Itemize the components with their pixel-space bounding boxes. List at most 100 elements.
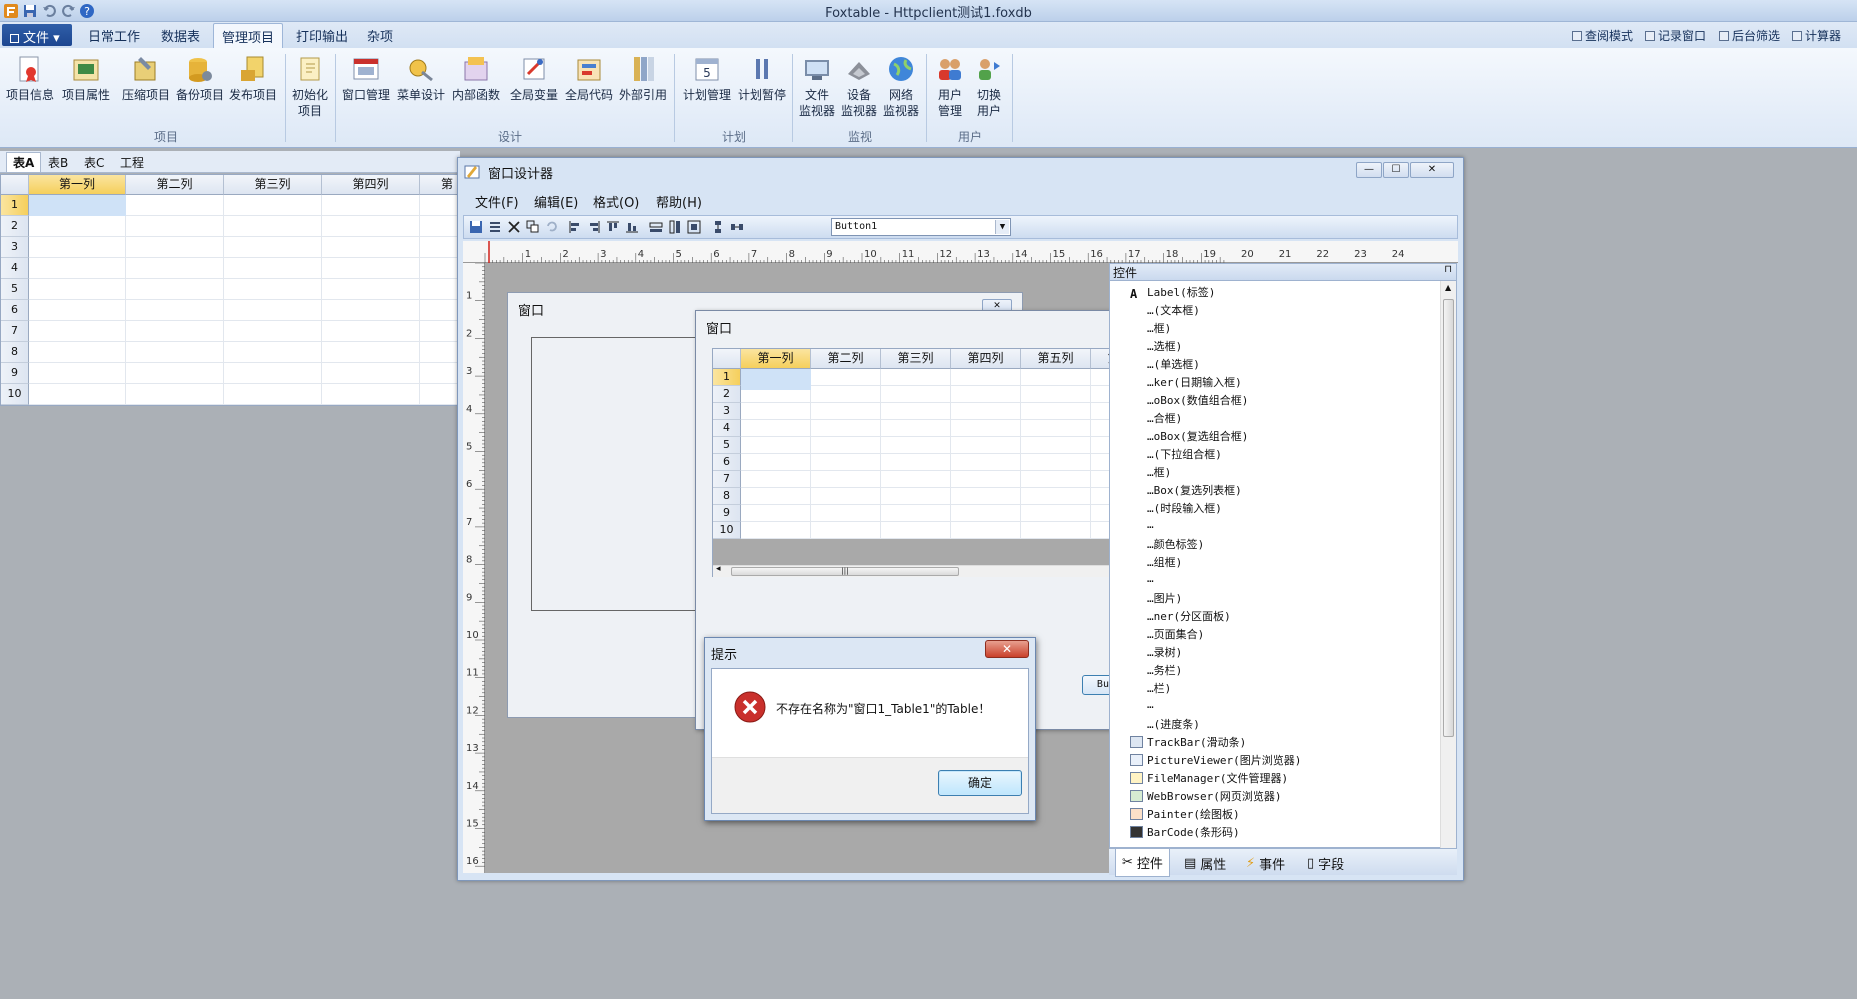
backup-project-button[interactable]: 备份项目 [174, 54, 226, 103]
control-item[interactable]: …框) [1130, 464, 1171, 480]
control-item[interactable]: … [1130, 698, 1154, 711]
selected-cell[interactable] [741, 369, 811, 390]
column-header[interactable]: 第 [420, 175, 458, 195]
sheet-tab-project[interactable]: 工程 [120, 154, 144, 171]
scroll-up-icon[interactable]: ▲ [1445, 283, 1451, 292]
control-item[interactable]: …(文本框) [1130, 302, 1200, 318]
column-header[interactable]: 第三列 [881, 349, 951, 369]
control-item[interactable]: …oBox(复选组合框) [1130, 428, 1248, 444]
column-header[interactable]: 第一列 [741, 349, 811, 369]
schedule-pause-button[interactable]: 计划暂停 [736, 54, 788, 103]
controls-scroll-thumb[interactable] [1443, 299, 1454, 737]
file-monitor-button[interactable]: 文件 监视器 [797, 54, 837, 119]
menu-format[interactable]: 格式(O) [593, 192, 639, 211]
row-header[interactable]: 10 [1, 384, 29, 405]
panel-tab-properties[interactable]: ▤ 属性 [1184, 854, 1226, 873]
control-item[interactable]: …务栏) [1130, 662, 1182, 678]
tab-order-icon[interactable] [488, 220, 502, 234]
calculator-button[interactable]: 计算器 [1792, 27, 1841, 44]
control-item[interactable]: Painter(绘图板) [1130, 806, 1240, 822]
global-variables-button[interactable]: 全局变量 [508, 54, 560, 103]
tab-manage-project[interactable]: 管理项目 [213, 23, 284, 49]
panel-tab-fields[interactable]: ▯ 字段 [1307, 854, 1344, 873]
grid-corner[interactable] [713, 349, 741, 369]
alert-close-button[interactable]: ✕ [985, 640, 1029, 658]
global-code-button[interactable]: 全局代码 [563, 54, 615, 103]
save-icon[interactable] [469, 220, 483, 234]
control-item[interactable]: …(下拉组合框) [1130, 446, 1222, 462]
user-management-button[interactable]: 用户 管理 [930, 54, 970, 119]
row-header[interactable]: 7 [1, 321, 29, 342]
vertical-spacing-icon[interactable] [711, 220, 725, 234]
minimize-button[interactable]: — [1356, 162, 1382, 178]
row-header[interactable]: 3 [1, 237, 29, 258]
controls-scrollbar[interactable]: ▲ ▼ [1440, 281, 1456, 873]
row-header[interactable]: 1 [1, 195, 29, 216]
internal-functions-button[interactable]: 内部函数 [450, 54, 502, 103]
row-header[interactable]: 6 [713, 454, 741, 471]
column-header[interactable]: 第二列 [811, 349, 881, 369]
control-item[interactable]: WebBrowser(网页浏览器) [1130, 788, 1281, 804]
row-header[interactable]: 4 [713, 420, 741, 437]
schedule-manager-button[interactable]: 5 计划管理 [679, 54, 735, 103]
menu-design-button[interactable]: 菜单设计 [395, 54, 447, 103]
project-properties-button[interactable]: 项目属性 [60, 54, 112, 103]
undo-icon[interactable] [545, 220, 559, 234]
record-window-button[interactable]: 记录窗口 [1645, 27, 1706, 44]
lookup-mode-button[interactable]: 查阅模式 [1572, 27, 1633, 44]
row-header[interactable]: 9 [713, 505, 741, 522]
tab-print-output[interactable]: 打印输出 [296, 26, 348, 45]
control-item[interactable]: …(单选框) [1130, 356, 1200, 372]
control-item[interactable]: …(时段输入框) [1130, 500, 1222, 516]
row-header[interactable]: 2 [713, 386, 741, 403]
control-item[interactable]: …选框) [1130, 338, 1182, 354]
align-left-icon[interactable] [568, 220, 582, 234]
align-bottom-icon[interactable] [625, 220, 639, 234]
selected-cell[interactable] [29, 195, 126, 216]
control-item[interactable]: …图片) [1130, 590, 1182, 606]
column-header[interactable]: 第四列 [322, 175, 420, 195]
control-item[interactable]: TrackBar(滑动条) [1130, 734, 1246, 750]
row-header[interactable]: 5 [713, 437, 741, 454]
project-info-button[interactable]: 项目信息 [4, 54, 56, 103]
external-reference-button[interactable]: 外部引用 [617, 54, 669, 103]
row-header[interactable]: 3 [713, 403, 741, 420]
row-header[interactable]: 2 [1, 216, 29, 237]
row-header[interactable]: 4 [1, 258, 29, 279]
ok-button[interactable]: 确定 [938, 770, 1022, 796]
control-item[interactable]: …页面集合) [1130, 626, 1204, 642]
row-header[interactable]: 5 [1, 279, 29, 300]
column-header[interactable]: 第二列 [126, 175, 224, 195]
control-item[interactable]: …Box(复选列表框) [1130, 482, 1242, 498]
network-monitor-button[interactable]: 网络 监视器 [881, 54, 921, 119]
tab-daily-work[interactable]: 日常工作 [88, 26, 140, 45]
file-menu-button[interactable]: 文件 ▾ [2, 24, 72, 46]
control-item[interactable]: …oBox(数值组合框) [1130, 392, 1248, 408]
sheet-tab-c[interactable]: 表C [84, 154, 104, 171]
control-item[interactable]: …ner(分区面板) [1130, 608, 1231, 624]
same-size-icon[interactable] [687, 220, 701, 234]
chevron-down-icon[interactable]: ▼ [995, 220, 1009, 234]
sheet-tab-a[interactable]: 表A [6, 152, 42, 172]
row-header[interactable]: 8 [1, 342, 29, 363]
device-monitor-button[interactable]: 设备 监视器 [839, 54, 879, 119]
scroll-thumb[interactable]: ||| [731, 567, 959, 576]
same-width-icon[interactable] [649, 220, 663, 234]
control-item[interactable]: BarCode(条形码) [1130, 824, 1240, 840]
row-header[interactable]: 10 [713, 522, 741, 539]
control-item[interactable]: … [1130, 518, 1154, 531]
control-item[interactable]: …框) [1130, 320, 1171, 336]
copy-icon[interactable] [526, 220, 540, 234]
row-header[interactable]: 8 [713, 488, 741, 505]
control-item[interactable]: …ker(日期输入框) [1130, 374, 1242, 390]
control-item[interactable]: …(进度条) [1130, 716, 1200, 732]
control-item[interactable]: …录树) [1130, 644, 1182, 660]
horizontal-spacing-icon[interactable] [730, 220, 744, 234]
control-item[interactable]: A Label(标签) [1130, 284, 1215, 301]
control-item[interactable]: FileManager(文件管理器) [1130, 770, 1288, 786]
close-button[interactable]: ✕ [1410, 162, 1454, 178]
publish-project-button[interactable]: 发布项目 [227, 54, 279, 103]
sheet-tab-b[interactable]: 表B [48, 154, 68, 171]
menu-help[interactable]: 帮助(H) [656, 192, 702, 211]
control-item[interactable]: … [1130, 572, 1154, 585]
